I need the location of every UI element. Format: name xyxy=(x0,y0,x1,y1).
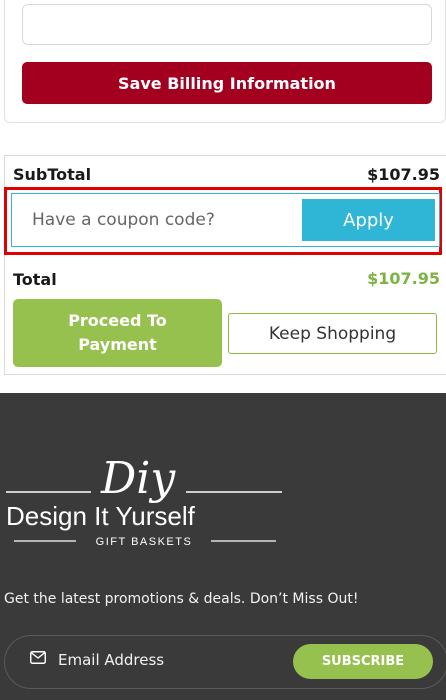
total-value: $107.95 xyxy=(367,269,440,288)
proceed-to-payment-button[interactable]: Proceed To Payment xyxy=(13,299,222,367)
subtotal-label: SubTotal xyxy=(13,165,92,184)
subscribe-button[interactable]: SUBSCRIBE xyxy=(293,644,433,679)
coupon-code-input[interactable] xyxy=(18,198,298,242)
billing-input-field[interactable] xyxy=(22,4,432,45)
subtotal-value: $107.95 xyxy=(367,165,440,184)
logo-name-text: Design It Yurself xyxy=(6,501,196,531)
total-label: Total xyxy=(13,270,57,289)
diy-logo[interactable]: Diy Design It Yurself GIFT BASKETS xyxy=(6,445,286,545)
logo-script-text: Diy xyxy=(100,453,176,504)
mail-icon xyxy=(30,651,46,664)
site-footer: Diy Design It Yurself GIFT BASKETS Get t… xyxy=(0,393,446,700)
promo-text: Get the latest promotions & deals. Don’t… xyxy=(4,591,359,607)
save-billing-button[interactable]: Save Billing Information xyxy=(22,62,432,104)
keep-shopping-button[interactable]: Keep Shopping xyxy=(228,313,437,354)
email-address-input[interactable] xyxy=(52,645,284,675)
apply-coupon-button[interactable]: Apply xyxy=(302,199,435,241)
logo-sub-text: GIFT BASKETS xyxy=(96,536,193,545)
